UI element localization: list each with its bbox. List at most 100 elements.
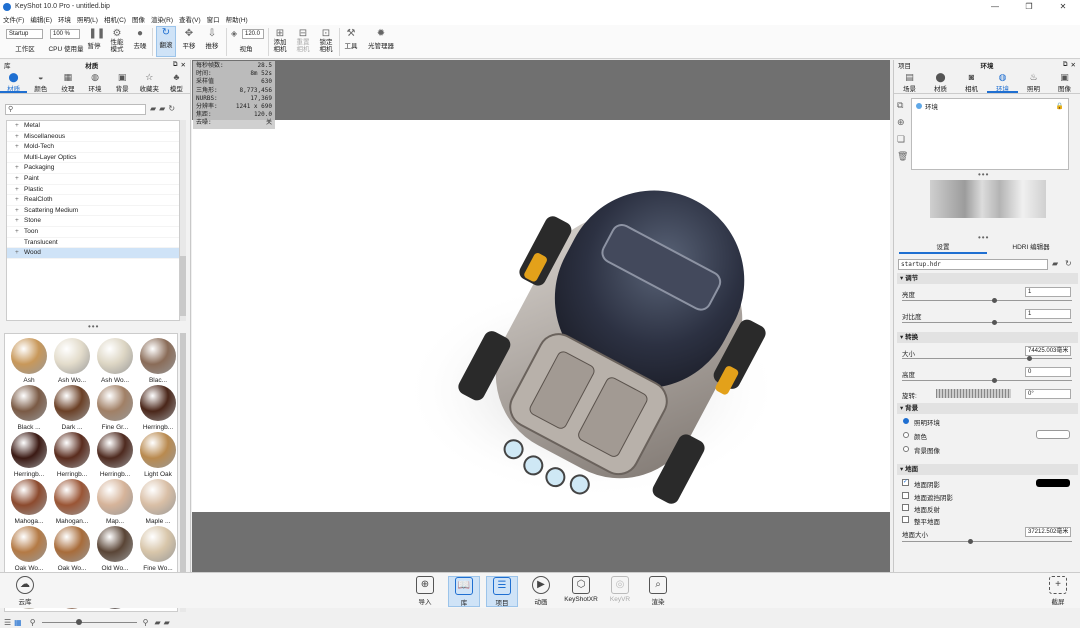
expand-icon[interactable]: + xyxy=(15,121,24,132)
pause-button[interactable]: ❚❚ 暂停 xyxy=(86,28,106,50)
tumble-button[interactable]: ↻ 翻滚 xyxy=(156,26,176,57)
undock-icon[interactable]: ⧉ xyxy=(173,61,178,69)
menu-render[interactable]: 渲染(R) xyxy=(151,14,173,24)
ground-size-slider[interactable] xyxy=(902,539,1072,544)
material-thumbnail[interactable]: Map... xyxy=(94,479,136,525)
rotation-dial[interactable] xyxy=(936,389,1011,398)
size-slider[interactable] xyxy=(902,356,1072,361)
tree-item[interactable]: + Stone xyxy=(7,216,179,227)
section-ground[interactable]: ▾ 地面 xyxy=(897,464,1078,475)
tree-item[interactable]: + Metal xyxy=(7,121,179,132)
material-thumbnail[interactable]: Old Wo... xyxy=(94,526,136,572)
brightness-input[interactable]: 1 xyxy=(1025,287,1071,297)
tree-item[interactable]: + Paint xyxy=(7,174,179,185)
tree-item[interactable]: + Plastic xyxy=(7,185,179,196)
ground-size-input[interactable]: 37212.502毫米 xyxy=(1025,527,1071,537)
duplicate-icon[interactable]: ⧉ xyxy=(897,100,908,111)
menu-view[interactable]: 查看(V) xyxy=(179,14,201,24)
tab-camera[interactable]: ◙ 相机 xyxy=(956,70,987,93)
tab-colors[interactable]: ◒ 颜色 xyxy=(27,70,54,93)
zoom-out-icon[interactable]: ⚲ xyxy=(30,618,36,627)
thumbnail-size-slider[interactable] xyxy=(41,618,137,625)
expand-icon[interactable]: + xyxy=(15,142,24,153)
section-background[interactable]: ▾ 背景 xyxy=(897,403,1078,414)
expand-icon[interactable]: + xyxy=(15,163,24,174)
performance-mode-button[interactable]: ⚙ 性能 模式 xyxy=(106,28,128,53)
tree-item[interactable]: Multi-Layer Optics xyxy=(7,153,179,164)
tree-item[interactable]: + Packaging xyxy=(7,163,179,174)
refresh-icon[interactable]: ↻ xyxy=(168,104,175,113)
cloud-library-button[interactable]: ☁ 云库 xyxy=(9,576,41,606)
material-thumbnail[interactable]: Mahoga... xyxy=(8,479,50,525)
tree-scrollbar-thumb[interactable] xyxy=(180,256,186,316)
expand-icon[interactable]: + xyxy=(15,185,24,196)
ground-occlusion-checkbox[interactable] xyxy=(902,492,909,499)
material-thumbnail[interactable]: Blac... xyxy=(137,338,179,384)
add-environment-icon[interactable]: ⊕ xyxy=(897,117,908,128)
material-thumbnail[interactable]: Herringb... xyxy=(8,432,50,478)
slider-knob[interactable] xyxy=(75,618,82,625)
tab-environments[interactable]: ◍ 环境 xyxy=(81,70,108,93)
menu-lighting[interactable]: 照明(L) xyxy=(77,14,98,24)
close-panel-icon[interactable]: ✕ xyxy=(181,61,186,69)
thumbnail-scrollbar-thumb[interactable] xyxy=(180,333,186,603)
material-thumbnail[interactable]: Maple ... xyxy=(137,479,179,525)
denoise-button[interactable]: ● 去噪 xyxy=(132,28,148,50)
keyshotxr-button[interactable]: ⬡ KeyShotXR xyxy=(563,576,599,603)
tab-textures[interactable]: ▦ 纹理 xyxy=(54,70,81,93)
render-button[interactable]: ⌕ 渲染 xyxy=(642,576,674,606)
reset-camera-button[interactable]: ⊟ 重置 相机 xyxy=(294,28,312,53)
height-knob[interactable] xyxy=(992,378,997,383)
ground-shadow-color-swatch[interactable] xyxy=(1036,479,1070,487)
menu-image[interactable]: 图像 xyxy=(132,14,145,24)
tab-scene[interactable]: ▤ 场景 xyxy=(894,70,925,93)
export-folder-icon[interactable]: ▰ xyxy=(164,618,170,627)
contrast-input[interactable]: 1 xyxy=(1025,309,1071,319)
menu-window[interactable]: 窗口 xyxy=(207,14,220,24)
hdri-preview[interactable] xyxy=(930,180,1046,218)
ground-shadow-checkbox[interactable]: ✓ xyxy=(902,479,909,486)
menu-help[interactable]: 帮助(H) xyxy=(226,14,248,24)
render-viewport[interactable]: 每秒帧数: 28.5 时间: 8m 52s 采样值 630 三角形: 8,773,456 NUR… xyxy=(192,60,890,572)
tab-hdri-editor[interactable]: HDRI 编辑器 xyxy=(987,242,1075,254)
tab-lighting[interactable]: ♨ 照明 xyxy=(1018,70,1049,93)
ground-reflection-checkbox[interactable] xyxy=(902,504,909,511)
library-search-input[interactable]: ⚲ xyxy=(5,104,146,115)
material-thumbnail[interactable]: Oak Wo... xyxy=(8,526,50,572)
tab-settings[interactable]: 设置 xyxy=(899,242,987,254)
material-thumbnail[interactable]: Black ... xyxy=(8,385,50,431)
close-button[interactable]: ✕ xyxy=(1046,2,1080,11)
splitter-handle[interactable]: ••• xyxy=(978,170,989,179)
fov-input[interactable]: 120.0 xyxy=(242,29,264,39)
tab-environment[interactable]: ◍ 环境 xyxy=(987,70,1018,93)
cpu-usage-select[interactable]: 100 % xyxy=(50,29,80,39)
minimize-button[interactable]: — xyxy=(978,2,1012,11)
brightness-knob[interactable] xyxy=(992,298,997,303)
open-folder-icon[interactable]: ▰ xyxy=(1052,259,1058,268)
copy-icon[interactable]: ❏ xyxy=(897,134,908,145)
material-thumbnail[interactable]: Herringb... xyxy=(94,432,136,478)
contrast-slider[interactable] xyxy=(902,320,1072,325)
keyvr-button[interactable]: ◎ KeyVR xyxy=(604,576,636,603)
rotation-input[interactable]: 0° xyxy=(1025,389,1071,399)
brightness-slider[interactable] xyxy=(902,298,1072,303)
tree-item[interactable]: + Mold-Tech xyxy=(7,142,179,153)
delete-icon[interactable]: 🗑 xyxy=(897,151,908,162)
tab-favorites[interactable]: ☆ 收藏夹 xyxy=(136,70,163,93)
tools-button[interactable]: ⚒ 工具 xyxy=(343,28,359,50)
material-thumbnail[interactable]: Ash Wo... xyxy=(94,338,136,384)
reload-icon[interactable]: ↻ xyxy=(1065,259,1072,268)
close-panel-icon[interactable]: ✕ xyxy=(1071,61,1076,69)
ground-size-knob[interactable] xyxy=(968,539,973,544)
zoom-in-icon[interactable]: ⚲ xyxy=(143,618,149,627)
screenshot-button[interactable]: + 截屏 xyxy=(1042,576,1074,606)
expand-icon[interactable]: + xyxy=(15,132,24,143)
splitter-handle[interactable]: ••• xyxy=(978,233,989,242)
contrast-knob[interactable] xyxy=(992,320,997,325)
hdr-file-input[interactable]: startup.hdr xyxy=(898,259,1048,270)
tab-material[interactable]: ⬤ 材质 xyxy=(925,70,956,93)
light-manager-button[interactable]: ✹ 光管理器 xyxy=(366,28,396,50)
tree-item[interactable]: + Scattering Medium xyxy=(7,206,179,217)
menu-edit[interactable]: 编辑(E) xyxy=(30,14,52,24)
tab-materials[interactable]: ⬤ 材质 xyxy=(0,70,28,93)
